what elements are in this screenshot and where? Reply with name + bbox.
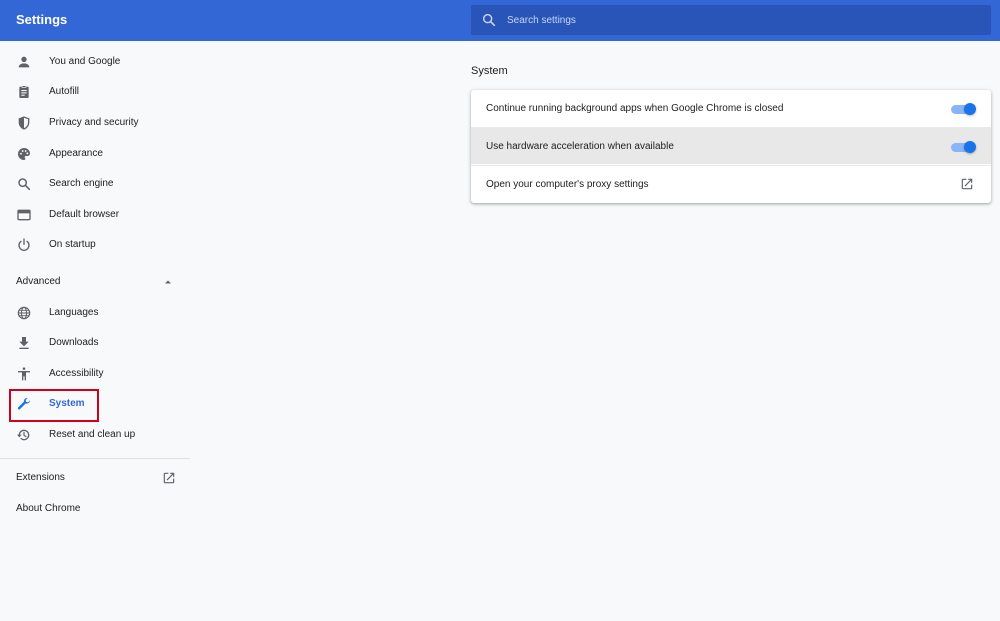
open-in-new-icon (163, 472, 175, 484)
sidebar-item-label: On startup (49, 239, 96, 250)
toggle-knob (964, 103, 976, 115)
advanced-label: Advanced (16, 276, 61, 287)
sidebar-item-label: Extensions (16, 472, 65, 483)
sidebar-item-label: Default browser (49, 209, 120, 220)
wrench-icon (17, 397, 30, 410)
shield-icon (18, 116, 30, 130)
sidebar-item-about-chrome[interactable]: About Chrome (0, 495, 190, 523)
globe-icon (17, 306, 31, 320)
accessibility-icon (18, 367, 30, 381)
sidebar-item-search-engine[interactable]: Search engine (0, 170, 190, 198)
sidebar-item-label: Autofill (49, 86, 80, 97)
palette-icon (18, 148, 30, 160)
toggle-knob (964, 141, 976, 153)
row-label: Continue running background apps when Go… (486, 103, 784, 114)
download-icon (19, 337, 29, 349)
sidebar-item-label: Search engine (49, 178, 114, 189)
advanced-section-toggle[interactable]: Advanced (0, 268, 190, 296)
sidebar-item-extensions[interactable]: Extensions (0, 464, 190, 492)
main-content: System Continue running background apps … (471, 41, 991, 621)
sidebar-item-label: Accessibility (49, 368, 104, 379)
browser-window-icon (17, 209, 31, 221)
sidebar-item-label: Downloads (49, 337, 99, 348)
hardware-acceleration-row[interactable]: Use hardware acceleration when available (471, 127, 991, 164)
row-label: Use hardware acceleration when available (486, 141, 674, 152)
sidebar-item-downloads[interactable]: Downloads (0, 329, 190, 357)
proxy-settings-row[interactable]: Open your computer's proxy settings (471, 165, 991, 202)
page-title: Settings (16, 12, 68, 27)
chevron-up-icon (165, 280, 171, 284)
background-apps-toggle[interactable] (951, 103, 976, 115)
search-icon (18, 178, 31, 191)
system-settings-card: Continue running background apps when Go… (471, 90, 991, 203)
search-icon (482, 13, 496, 27)
sidebar-divider (0, 458, 190, 459)
sidebar-item-label: Languages (49, 307, 99, 318)
sidebar-item-label: You and Google (49, 56, 121, 67)
search-input[interactable] (507, 5, 977, 35)
sidebar-item-default-browser[interactable]: Default browser (0, 201, 190, 229)
restore-icon (17, 429, 30, 441)
sidebar-item-autofill[interactable]: Autofill (0, 78, 190, 106)
sidebar-item-accessibility[interactable]: Accessibility (0, 360, 190, 388)
search-box[interactable] (471, 5, 991, 35)
sidebar-item-label: About Chrome (16, 503, 81, 514)
sidebar-item-languages[interactable]: Languages (0, 299, 190, 327)
sidebar-item-on-startup[interactable]: On startup (0, 231, 190, 259)
sidebar-item-you-and-google[interactable]: You and Google (0, 48, 190, 76)
sidebar-item-system[interactable]: System (0, 390, 190, 418)
sidebar-item-label: Appearance (49, 148, 103, 159)
hardware-acceleration-toggle[interactable] (951, 141, 976, 153)
sidebar-item-appearance[interactable]: Appearance (0, 140, 190, 168)
sidebar-item-label: Reset and clean up (49, 429, 136, 440)
sidebar-item-label: System (49, 398, 85, 409)
top-bar: Settings (0, 0, 1000, 41)
sidebar-item-label: Privacy and security (49, 117, 139, 128)
clipboard-icon (19, 85, 29, 98)
person-icon (18, 56, 30, 68)
row-label: Open your computer's proxy settings (486, 179, 649, 190)
background-apps-row[interactable]: Continue running background apps when Go… (471, 90, 991, 127)
sidebar: You and Google Autofill Privacy and secu… (0, 41, 190, 621)
section-title: System (471, 65, 508, 77)
open-in-new-icon[interactable] (960, 177, 974, 191)
sidebar-item-privacy[interactable]: Privacy and security (0, 109, 190, 137)
power-icon (18, 238, 30, 251)
sidebar-item-reset[interactable]: Reset and clean up (0, 421, 190, 449)
